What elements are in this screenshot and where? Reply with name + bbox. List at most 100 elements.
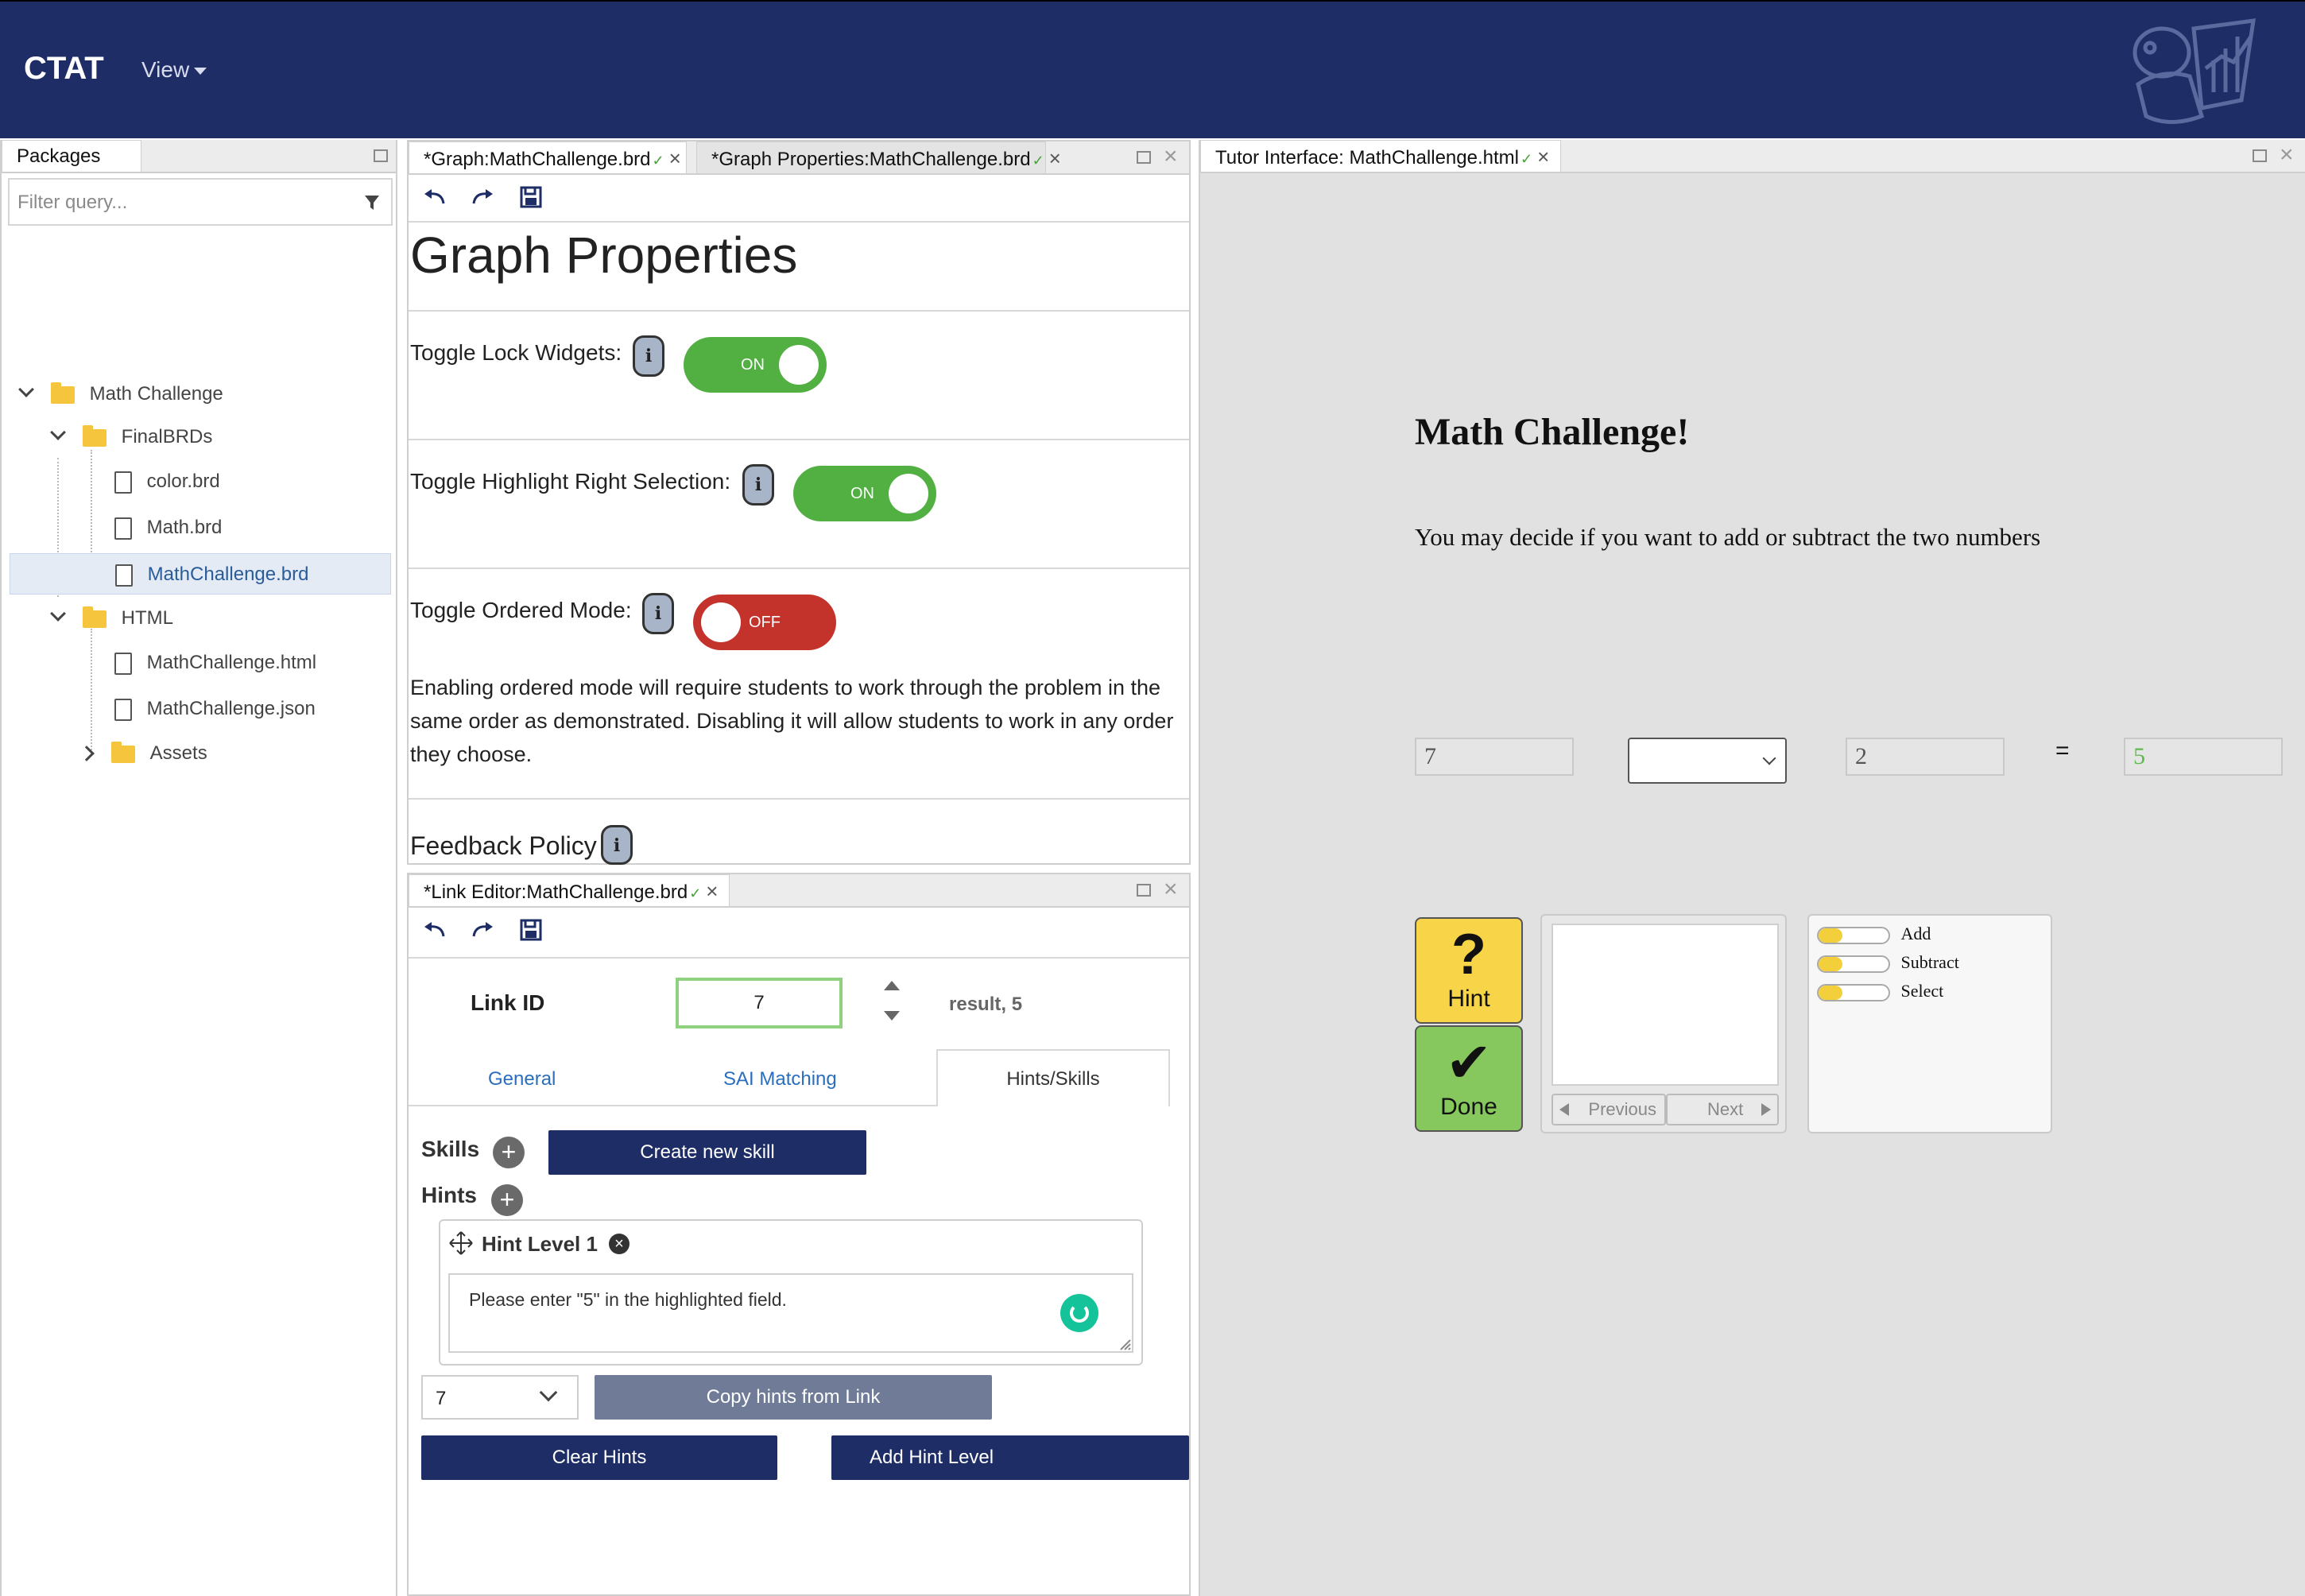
- maximize-icon[interactable]: [1137, 151, 1151, 164]
- toggle-lock-widgets[interactable]: ON: [684, 337, 827, 393]
- chevron-down-icon[interactable]: [50, 606, 66, 622]
- tab-packages[interactable]: Packages: [2, 140, 141, 172]
- info-button[interactable]: i: [633, 335, 664, 377]
- file-icon: [114, 517, 132, 540]
- tab-general[interactable]: General: [488, 1068, 556, 1090]
- tree-item-label: HTML: [121, 607, 174, 629]
- tree-item-label: color.brd: [146, 471, 220, 492]
- remove-hint-icon[interactable]: ×: [609, 1234, 630, 1254]
- operand1-field[interactable]: 7: [1415, 738, 1574, 776]
- previous-arrow-icon: [1559, 1103, 1569, 1116]
- resize-handle-icon[interactable]: [1119, 1338, 1132, 1351]
- close-panel-icon[interactable]: ×: [2280, 143, 2294, 167]
- save-icon[interactable]: [520, 186, 542, 208]
- radio-add[interactable]: Add: [1817, 924, 1931, 944]
- close-panel-icon[interactable]: ×: [1164, 877, 1178, 901]
- close-icon[interactable]: ×: [1537, 141, 1549, 172]
- result-field[interactable]: 5: [2124, 738, 2283, 776]
- page-title: Graph Properties: [410, 227, 798, 284]
- chevron-down-icon[interactable]: [50, 424, 66, 440]
- tutor-interface-panel: Tutor Interface: MathChallenge.html ✓ × × …: [1199, 140, 2305, 1596]
- hint-window-content: [1552, 924, 1779, 1086]
- add-hint-button[interactable]: +: [491, 1184, 523, 1216]
- operator-select[interactable]: [1628, 738, 1787, 784]
- toggle-ordered-mode[interactable]: OFF: [693, 595, 836, 650]
- redo-icon[interactable]: [469, 919, 496, 943]
- tree-item-math-brd[interactable]: Math.brd: [114, 507, 391, 548]
- tree-item-math-challenge[interactable]: Math Challenge: [17, 374, 391, 415]
- tree-item-label: Math.brd: [146, 517, 223, 538]
- operand2-field[interactable]: 2: [1846, 738, 2005, 776]
- tree-item-mathchallenge-json[interactable]: MathChallenge.json: [114, 688, 391, 730]
- save-icon[interactable]: [520, 919, 542, 941]
- maximize-icon[interactable]: [374, 149, 388, 162]
- link-select[interactable]: 7: [421, 1375, 579, 1420]
- drag-handle-icon[interactable]: [448, 1230, 474, 1256]
- view-menu[interactable]: View: [141, 57, 207, 83]
- tab-hints-skills[interactable]: Hints/Skills: [936, 1049, 1170, 1106]
- info-button[interactable]: i: [601, 825, 633, 865]
- hint-button[interactable]: ? Hint: [1415, 917, 1523, 1024]
- tree-item-assets[interactable]: Assets: [79, 733, 391, 774]
- tree-item-mathchallenge-html[interactable]: MathChallenge.html: [114, 642, 391, 684]
- check-icon: ✓: [689, 885, 702, 901]
- tab-tutor-interface[interactable]: Tutor Interface: MathChallenge.html ✓ ×: [1200, 140, 1561, 172]
- create-new-skill-button[interactable]: Create new skill: [548, 1130, 866, 1175]
- tree-item-finalbrds[interactable]: FinalBRDs: [49, 416, 391, 458]
- divider: [409, 568, 1189, 569]
- tree-item-color-brd[interactable]: color.brd: [114, 461, 391, 502]
- chevron-down-icon: [539, 1383, 558, 1402]
- tab-sai-matching[interactable]: SAI Matching: [723, 1068, 837, 1090]
- tab-graph-properties[interactable]: *Graph Properties:MathChallenge.brd ✓ ×: [696, 141, 1061, 173]
- redo-icon[interactable]: [469, 186, 496, 210]
- maximize-icon[interactable]: [1137, 884, 1151, 897]
- link-id-input[interactable]: [676, 978, 843, 1028]
- link-id-stepper[interactable]: [882, 979, 901, 1024]
- toggle-state-label: ON: [741, 356, 765, 374]
- previous-button[interactable]: Previous: [1552, 1094, 1666, 1125]
- copy-hints-button[interactable]: Copy hints from Link: [595, 1375, 992, 1420]
- close-icon[interactable]: ×: [1049, 142, 1061, 174]
- info-button[interactable]: i: [642, 593, 674, 634]
- radio-add-label: Add: [1900, 924, 1931, 943]
- radio-toggle-icon: [1817, 926, 1890, 944]
- tutor-title: Math Challenge!: [1415, 411, 1690, 453]
- chevron-right-icon[interactable]: [79, 746, 95, 761]
- filter-icon[interactable]: [364, 194, 380, 211]
- toggle-highlight-label: Toggle Highlight Right Selection:: [410, 469, 731, 494]
- close-icon[interactable]: ×: [706, 875, 718, 907]
- radio-subtract[interactable]: Subtract: [1817, 952, 1959, 973]
- undo-icon[interactable]: [421, 919, 448, 943]
- toggle-highlight-right-selection[interactable]: ON: [793, 466, 936, 521]
- tab-graph[interactable]: *Graph:MathChallenge.brd ✓ ×: [409, 141, 687, 173]
- filter-input[interactable]: [17, 189, 351, 216]
- chevron-down-icon[interactable]: [18, 382, 34, 397]
- undo-icon[interactable]: [421, 186, 448, 210]
- radio-select[interactable]: Select: [1817, 981, 1943, 1001]
- toggle-ordered-mode-label: Toggle Ordered Mode:: [410, 598, 632, 622]
- tree-item-html[interactable]: HTML: [49, 598, 391, 639]
- toggle-knob: [779, 345, 819, 385]
- close-panel-icon[interactable]: ×: [1164, 145, 1178, 169]
- grammarly-icon[interactable]: [1060, 1294, 1098, 1332]
- packages-tabbar: Packages: [2, 140, 396, 173]
- clear-hints-button[interactable]: Clear Hints: [421, 1435, 777, 1480]
- link-select-value: 7: [436, 1388, 447, 1409]
- equals-sign: =: [2055, 738, 2070, 764]
- info-button[interactable]: i: [742, 464, 774, 506]
- done-button[interactable]: ✔ Done: [1415, 1025, 1523, 1132]
- feedback-policy-label: Feedback Policy: [410, 831, 597, 860]
- add-skill-button[interactable]: +: [493, 1137, 525, 1168]
- hint-textarea[interactable]: Please enter "5" in the highlighted fiel…: [448, 1273, 1133, 1353]
- top-navbar: CTAT View: [0, 0, 2305, 138]
- close-icon[interactable]: ×: [669, 142, 681, 174]
- add-hint-level-button[interactable]: Add Hint Level: [831, 1435, 1189, 1480]
- maximize-icon[interactable]: [2253, 149, 2267, 162]
- next-button[interactable]: Next: [1666, 1094, 1779, 1125]
- tab-link-editor[interactable]: *Link Editor:MathChallenge.brd ✓ ×: [409, 874, 730, 906]
- filter-box: [8, 178, 393, 226]
- tree-item-mathchallenge-brd[interactable]: MathChallenge.brd: [10, 553, 391, 595]
- next-arrow-icon: [1761, 1103, 1771, 1116]
- question-icon: ?: [1451, 923, 1486, 986]
- file-icon: [115, 564, 133, 587]
